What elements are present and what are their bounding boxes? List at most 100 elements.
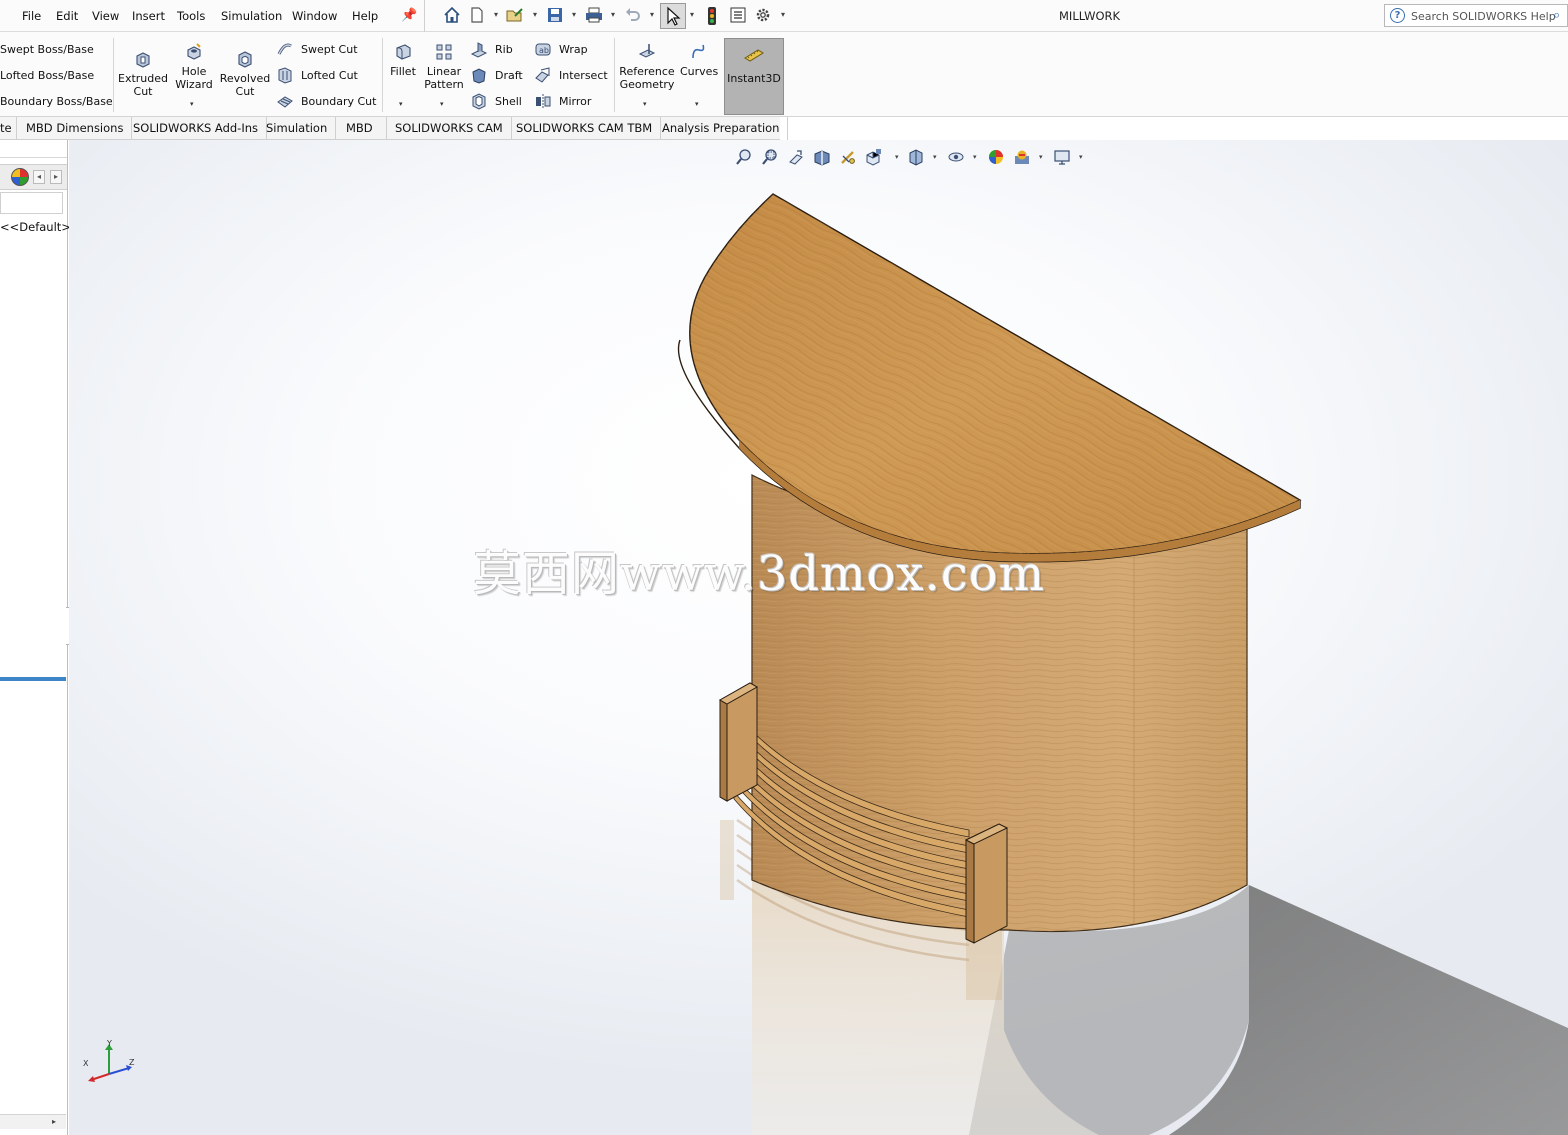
tab-analysis-preparation[interactable]: Analysis Preparation — [654, 117, 789, 140]
ribbon-separator — [614, 38, 615, 112]
fillet-label: Fillet — [390, 65, 416, 78]
swept-boss-base-button[interactable]: Swept Boss/Base — [0, 43, 94, 56]
options-gear-icon[interactable] — [753, 6, 773, 26]
menu-tools[interactable]: Tools — [177, 9, 205, 23]
toolbar-separator — [424, 0, 425, 32]
configuration-label[interactable]: <<Default>_ — [0, 220, 77, 234]
tab-solidworks-cam[interactable]: SOLIDWORKS CAM — [387, 117, 512, 140]
home-icon[interactable] — [442, 6, 462, 26]
wrap-icon: ab — [535, 43, 551, 56]
feature-manager-panel: ◂ ▸ <<Default>_ ◦ ▸ — [0, 140, 77, 1135]
lofted-cut-icon — [278, 67, 292, 84]
rib-button[interactable]: Rib — [495, 43, 513, 56]
menu-view[interactable]: View — [92, 9, 119, 23]
linear-pattern-button[interactable]: Linear Pattern — [424, 42, 464, 91]
reference-geometry-dropdown-icon[interactable]: ▾ — [643, 100, 647, 108]
draft-button[interactable]: Draft — [495, 69, 523, 82]
instant3d-label: Instant3D — [727, 72, 781, 85]
reflection-post-left — [720, 820, 734, 900]
lofted-boss-base-button[interactable]: Lofted Boss/Base — [0, 69, 94, 82]
extruded-cut-label-2: Cut — [133, 85, 153, 98]
wrap-button[interactable]: Wrap — [559, 43, 588, 56]
graphics-viewport[interactable]: ▾ ▾ ▾ ▾ ▾ 莫西网www.3dmox.com X Y Z — [69, 140, 1568, 1135]
select-tool-button[interactable] — [660, 3, 686, 29]
window-title: MILLWORK — [1059, 9, 1121, 23]
boundary-boss-base-button[interactable]: Boundary Boss/Base — [0, 95, 113, 108]
curves-dropdown-icon[interactable]: ▾ — [695, 100, 699, 108]
extruded-cut-label-1: Extruded — [118, 72, 168, 85]
undo-icon[interactable] — [623, 6, 643, 26]
lofted-cut-button[interactable]: Lofted Cut — [301, 69, 358, 82]
model-graphics[interactable] — [69, 140, 1568, 1135]
tab-solidworks-cam-tbm[interactable]: SOLIDWORKS CAM TBM — [508, 117, 662, 140]
fillet-icon — [396, 44, 411, 60]
ribbon-separator — [382, 38, 383, 112]
tab-mbd[interactable]: MBD — [333, 117, 387, 140]
new-document-icon[interactable] — [467, 6, 487, 26]
print-icon[interactable] — [584, 6, 604, 26]
scroll-right-icon[interactable]: ▸ — [52, 1117, 56, 1126]
tab-mbd-dimensions[interactable]: MBD Dimensions — [18, 117, 133, 140]
instant3d-icon — [744, 49, 764, 62]
panel-horizontal-scrollbar[interactable]: ▸ — [0, 1114, 66, 1129]
revolved-cut-button[interactable]: Revolved Cut — [219, 49, 271, 98]
save-dropdown-icon[interactable]: ▾ — [570, 11, 578, 19]
intersect-button[interactable]: Intersect — [559, 69, 608, 82]
menu-file[interactable]: File — [22, 9, 41, 23]
tab-simulation[interactable]: Simulation — [258, 117, 337, 140]
open-icon[interactable] — [505, 6, 525, 26]
search-help-field[interactable]: ? Search SOLIDWORKS Help ⌕ — [1384, 4, 1568, 27]
menu-help[interactable]: Help — [352, 9, 378, 23]
pin-menu-icon[interactable]: 📌 — [401, 8, 417, 23]
hole-wizard-dropdown-icon[interactable]: ▾ — [190, 100, 194, 108]
print-dropdown-icon[interactable]: ▾ — [609, 11, 617, 19]
options-dropdown-icon[interactable]: ▾ — [779, 11, 787, 19]
watermark-text: 莫西网www.3dmox.com — [473, 546, 1046, 602]
display-manager-icon[interactable] — [11, 168, 29, 186]
tab-solidworks-add-ins[interactable]: SOLIDWORKS Add-Ins — [125, 117, 268, 140]
triad-z-label: Z — [129, 1058, 135, 1067]
mirror-icon — [536, 94, 551, 108]
linear-pattern-dropdown-icon[interactable]: ▾ — [440, 100, 444, 108]
curves-label: Curves — [680, 65, 719, 78]
scroll-right-arrow-icon[interactable]: ▸ — [50, 170, 62, 184]
swept-cut-icon — [277, 43, 292, 55]
reference-triad-icon: X Y Z — [83, 1040, 135, 1082]
shell-button[interactable]: Shell — [495, 95, 522, 108]
scroll-left-arrow-icon[interactable]: ◂ — [33, 170, 45, 184]
swept-cut-button[interactable]: Swept Cut — [301, 43, 358, 56]
undo-dropdown-icon[interactable]: ▾ — [648, 11, 656, 19]
command-manager-ribbon: Swept Boss/Base Lofted Boss/Base Boundar… — [0, 32, 1568, 117]
panel-header-row — [0, 150, 67, 158]
intersect-icon — [535, 67, 550, 83]
instant3d-button[interactable]: Instant3D — [724, 38, 784, 115]
hole-wizard-icon — [187, 43, 201, 60]
menu-simulation[interactable]: Simulation — [221, 9, 282, 23]
search-placeholder: Search SOLIDWORKS Help — [1411, 10, 1556, 23]
menu-window[interactable]: Window — [292, 9, 337, 23]
open-dropdown-icon[interactable]: ▾ — [531, 11, 539, 19]
reference-geometry-button[interactable]: Reference Geometry — [618, 42, 676, 91]
select-arrow-icon — [667, 6, 681, 26]
hole-wizard-button[interactable]: Hole Wizard — [172, 42, 216, 91]
curves-button[interactable]: Curves — [680, 42, 718, 78]
menu-insert[interactable]: Insert — [132, 9, 165, 23]
slat-post-left-side — [719, 699, 728, 802]
menu-edit[interactable]: Edit — [56, 9, 78, 23]
tab-sketch-truncated[interactable]: te — [0, 117, 17, 140]
extruded-cut-icon — [136, 52, 150, 68]
file-properties-icon[interactable] — [728, 6, 748, 26]
panel-filter-box[interactable] — [0, 192, 63, 214]
revolved-cut-label-1: Revolved — [219, 72, 271, 85]
rebuild-traffic-light-icon[interactable] — [702, 6, 722, 26]
select-dropdown-icon[interactable]: ▾ — [688, 11, 696, 19]
new-dropdown-icon[interactable]: ▾ — [492, 11, 500, 19]
linear-pattern-icon — [436, 44, 452, 60]
save-icon[interactable] — [545, 6, 565, 26]
mirror-button[interactable]: Mirror — [559, 95, 591, 108]
fillet-button[interactable]: Fillet — [386, 42, 420, 78]
search-icon[interactable]: ⌕ — [1553, 8, 1560, 23]
extruded-cut-button[interactable]: Extruded Cut — [118, 49, 168, 98]
boundary-cut-button[interactable]: Boundary Cut — [301, 95, 376, 108]
fillet-dropdown-icon[interactable]: ▾ — [399, 100, 403, 108]
